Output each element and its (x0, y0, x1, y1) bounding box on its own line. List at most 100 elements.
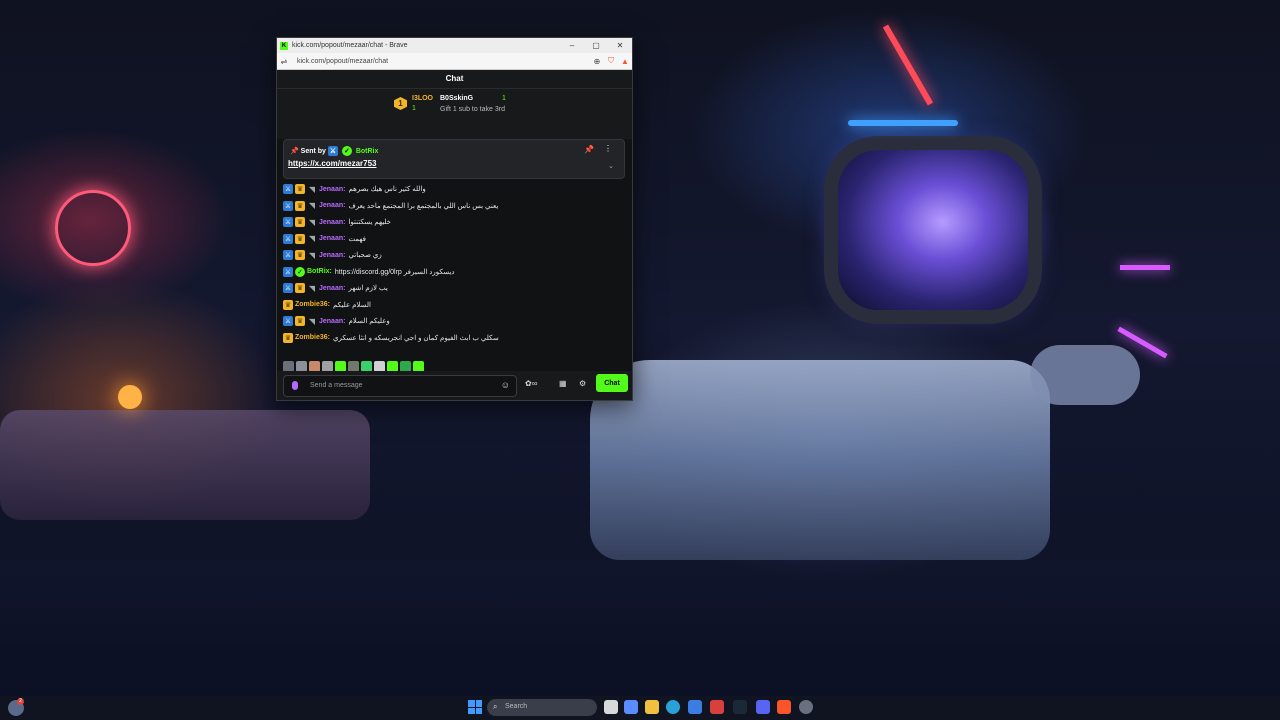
subscriber-badge-icon: ◥ (308, 316, 316, 326)
kick-favicon-icon: K (280, 41, 288, 50)
pinned-message[interactable]: 📌 Sent by ⚔ ✓ BotRix https://x.com/mezar… (283, 139, 625, 179)
task-view-icon[interactable] (604, 700, 618, 714)
moderator-badge-icon: ⚔ (283, 250, 293, 261)
search-icon: ⌕ (493, 702, 498, 711)
site-settings-icon[interactable]: ⇌ (277, 57, 291, 66)
chat-username[interactable]: Jenaan: (319, 235, 345, 242)
unpin-icon[interactable]: 📌 (584, 145, 594, 154)
chat-message[interactable]: ⚔ ♛ ◥ Jenaan: وعليكم السلام (283, 313, 626, 330)
chat-message[interactable]: ⚔ ♛ ◥ Jenaan: زي صحباتي (283, 247, 626, 264)
subscriber-badge-icon: ◥ (308, 283, 316, 293)
chat-messages-area[interactable]: 📌 Sent by ⚔ ✓ BotRix https://x.com/mezar… (277, 139, 632, 372)
store-icon[interactable] (688, 700, 702, 714)
sent-by-label: Sent by (300, 148, 326, 155)
windows-start-icon[interactable] (468, 700, 482, 714)
notification-badge: 2 (17, 698, 24, 705)
app-icon[interactable] (710, 700, 724, 714)
chat-message[interactable]: ⚔ ♛ ◥ Jenaan: خليهم يسكتنتوا (283, 214, 626, 231)
chat-message-text: خليهم يسكتنتوا (348, 219, 392, 227)
maximize-button[interactable]: ▢ (584, 41, 608, 50)
chat-message-text: والله كثير ناس هيك بصرهم (348, 186, 426, 194)
settings-gear-icon[interactable]: ⚙ (579, 379, 586, 388)
input-placeholder: Send a message (310, 382, 363, 389)
chat-message[interactable]: ⚔ ♛ ◥ Jenaan: يب لازم اشهر (283, 280, 626, 297)
chat-input[interactable]: Send a message ☺ (283, 375, 517, 397)
chat-username[interactable]: Zombie36: (295, 301, 330, 308)
file-explorer-icon[interactable] (645, 700, 659, 714)
subscriber-badge-icon: ◥ (308, 201, 316, 211)
moderator-badge-icon: ⚔ (283, 184, 293, 195)
taskbar-search[interactable]: ⌕ Search (487, 699, 597, 716)
pinned-sender: 📌 Sent by ⚔ ✓ BotRix (290, 146, 378, 156)
send-chat-button[interactable]: Chat (596, 374, 628, 392)
moderator-badge-icon: ⚔ (283, 217, 293, 228)
search-placeholder: Search (505, 703, 528, 710)
crown-badge-icon: ♛ (295, 283, 305, 294)
leaderboard-count-1: 1 (412, 105, 416, 112)
neon-light-blue (848, 120, 958, 126)
chat-username[interactable]: Jenaan: (319, 318, 345, 325)
chat-message-text: فهمت (348, 235, 366, 243)
moderator-badge-icon: ⚔ (283, 266, 293, 277)
discord-icon[interactable] (756, 700, 770, 714)
subscriber-badge-icon: ◥ (308, 234, 316, 244)
chat-username[interactable]: Jenaan: (319, 186, 345, 193)
close-button[interactable]: ✕ (608, 41, 632, 50)
neon-light-pink (1120, 265, 1170, 270)
minimize-button[interactable]: – (560, 41, 584, 50)
zoom-icon[interactable]: ⊕ (590, 57, 604, 66)
brave-rewards-icon[interactable]: ▲ (618, 57, 632, 66)
chat-username[interactable]: Jenaan: (319, 252, 345, 259)
title-bar[interactable]: K kick.com/popout/mezaar/chat - Brave – … (277, 38, 632, 53)
edge-icon[interactable] (666, 700, 680, 714)
space-window (838, 150, 1028, 310)
chat-username[interactable]: BotRix: (307, 268, 332, 275)
subscriber-badge-icon: ◥ (308, 250, 316, 260)
crown-badge-icon: ♛ (295, 217, 305, 228)
chat-username[interactable]: Jenaan: (319, 202, 345, 209)
pinned-link[interactable]: https://x.com/mezar753 (288, 159, 376, 168)
chat-message-text: يعني بس ناس اللي بالمجتمع برا المجتمع ما… (348, 202, 499, 210)
chat-message[interactable]: ♛ Zombie36: سكلي ب ابث الفيوم كمان و اجي ا… (283, 330, 626, 347)
chat-message[interactable]: ⚔ ♛ ◥ Jenaan: يعني بس ناس اللي بالمجتمع برا … (283, 198, 626, 215)
moderator-badge-icon: ⚔ (283, 283, 293, 294)
gift-sub-prompt[interactable]: Gift 1 sub to take 3rd (440, 106, 505, 113)
crown-badge-icon: ♛ (295, 250, 305, 261)
obs-icon[interactable] (799, 700, 813, 714)
crown-badge-icon: ♛ (283, 299, 293, 310)
emote-picker-icon[interactable]: ✿∞ (525, 379, 537, 388)
brave-shields-icon[interactable]: ⛉ (604, 56, 618, 66)
emoji-icon[interactable]: ☺ (501, 380, 510, 390)
chat-message[interactable]: ⚔ ♛ ◥ Jenaan: والله كثير ناس هيك بصرهم (283, 181, 626, 198)
copilot-icon[interactable] (624, 700, 638, 714)
chat-message[interactable]: ⚔ ✓ BotRix: https://discord.gg/0lrp ديسكورد… (283, 264, 626, 281)
chat-message-text: سكلي ب ابث الفيوم كمان و اجي انجريسكه و … (333, 334, 499, 342)
chat-username[interactable]: Jenaan: (319, 285, 345, 292)
pillow (1030, 345, 1140, 405)
url-field[interactable]: kick.com/popout/mezaar/chat (291, 58, 590, 65)
chat-message-text: زي صحباتي (348, 252, 382, 260)
leaderboard-user-2[interactable]: B0SskinG (440, 95, 473, 102)
more-options-icon[interactable]: ⋮ (604, 144, 612, 153)
windows-taskbar: 2 ⌕ Search (0, 696, 1280, 720)
crown-badge-icon: ♛ (295, 184, 305, 195)
bed (590, 360, 1050, 560)
microphone-icon[interactable] (292, 381, 298, 390)
chevron-down-icon[interactable]: ⌄ (608, 162, 614, 170)
window-title: kick.com/popout/mezaar/chat - Brave (292, 42, 408, 49)
chat-username[interactable]: Jenaan: (319, 219, 345, 226)
browser-window: K kick.com/popout/mezaar/chat - Brave – … (276, 37, 633, 401)
steam-icon[interactable] (733, 700, 747, 714)
pinned-sender-name[interactable]: BotRix (356, 148, 379, 155)
chat-message[interactable]: ⚔ ♛ ◥ Jenaan: فهمت (283, 231, 626, 248)
chat-message[interactable]: ♛ Zombie36: السلام عليكم (283, 297, 626, 314)
chat-username[interactable]: Zombie36: (295, 334, 330, 341)
moderator-badge-icon: ⚔ (283, 233, 293, 244)
brave-icon[interactable] (777, 700, 791, 714)
store-icon[interactable]: ▦ (559, 379, 567, 388)
neon-light-red (882, 24, 934, 106)
leaderboard-user-1[interactable]: I3LOO (412, 95, 433, 102)
moderator-badge-icon: ⚔ (327, 146, 338, 156)
chat-header: Chat (277, 70, 632, 89)
leaderboard-count-2: 1 (502, 95, 506, 102)
